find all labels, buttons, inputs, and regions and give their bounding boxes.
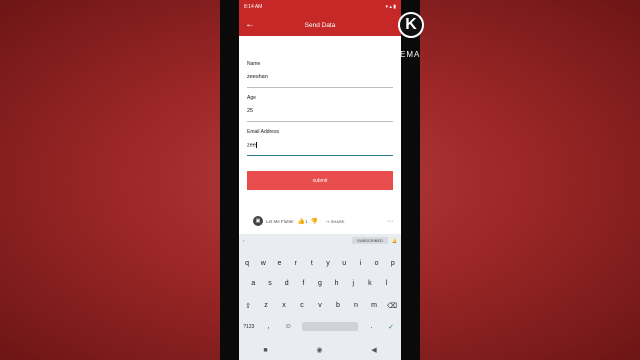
key[interactable]: m xyxy=(368,302,380,310)
more-icon[interactable]: ⋯ xyxy=(387,218,393,225)
key[interactable]: v xyxy=(314,302,326,310)
keyboard-row-1: q w e r t y u i o p xyxy=(239,260,401,267)
home-icon[interactable]: ◉ xyxy=(316,346,322,354)
key[interactable]: w xyxy=(257,260,269,267)
key[interactable]: n xyxy=(350,302,362,310)
backspace-key[interactable]: ⌫ xyxy=(386,302,398,310)
text-cursor xyxy=(256,142,257,148)
status-icons: ▾ ▴ ▮ xyxy=(385,4,396,10)
age-label: Age xyxy=(247,95,256,101)
name-field[interactable]: Name zeeshan xyxy=(247,58,393,92)
key[interactable]: o xyxy=(371,260,383,267)
keyboard-suggestion-bar: › SUBSCRIBED 🔔 xyxy=(239,234,401,246)
email-label: Email Address xyxy=(247,129,279,135)
subscribed-button[interactable]: SUBSCRIBED xyxy=(352,236,389,244)
like-count: 1 xyxy=(305,218,308,224)
key[interactable]: k xyxy=(364,280,376,287)
submit-button[interactable]: submit xyxy=(247,171,393,190)
age-underline xyxy=(247,121,393,122)
key[interactable]: r xyxy=(290,260,302,267)
key[interactable]: e xyxy=(273,260,285,267)
period-key[interactable]: . xyxy=(365,323,377,330)
key[interactable]: p xyxy=(387,260,399,267)
thumbs-up-icon[interactable]: 👍 xyxy=(298,218,305,225)
key[interactable]: x xyxy=(278,302,290,310)
key[interactable]: u xyxy=(338,260,350,267)
send-data-form: Name zeeshan Age 25 Email Address zee xyxy=(247,58,393,160)
key[interactable]: z xyxy=(260,302,272,310)
on-screen-keyboard: › SUBSCRIBED 🔔 q w e r t y u i o p a s d… xyxy=(239,234,401,340)
email-field[interactable]: Email Address zee xyxy=(247,126,393,160)
enter-key[interactable]: ✓ xyxy=(385,323,397,331)
thumbs-down-icon[interactable]: 👎 xyxy=(311,218,318,225)
page-title: Send Data xyxy=(304,21,336,29)
phone-screen: 8:14 AM ▾ ▴ ▮ ← Send Data Name zeeshan A… xyxy=(239,0,401,360)
kinemaster-logo: K xyxy=(398,12,424,38)
name-label: Name xyxy=(247,61,261,67)
key[interactable]: a xyxy=(247,280,259,287)
channel-name: Let Me Flutter xyxy=(266,218,294,224)
age-input[interactable]: 25 xyxy=(247,108,253,114)
space-key[interactable] xyxy=(301,322,358,331)
suggestion-left: › xyxy=(243,237,245,243)
key[interactable]: y xyxy=(322,260,334,267)
key[interactable]: t xyxy=(306,260,318,267)
left-black-bar xyxy=(220,0,239,360)
bell-icon[interactable]: 🔔 xyxy=(392,238,397,243)
name-underline xyxy=(247,87,393,88)
key[interactable]: f xyxy=(297,280,309,287)
key[interactable]: h xyxy=(331,280,343,287)
age-field[interactable]: Age 25 xyxy=(247,92,393,126)
shift-key[interactable]: ⇧ xyxy=(242,302,254,310)
email-input[interactable]: zee xyxy=(247,142,257,148)
app-bar: ← Send Data xyxy=(239,14,401,36)
share-button[interactable]: ↪ SHARE xyxy=(326,219,344,224)
comma-key[interactable]: , xyxy=(262,323,274,330)
keyboard-row-2: a s d f g h j k l xyxy=(239,280,401,287)
back-nav-icon[interactable]: ◀ xyxy=(371,346,376,354)
keyboard-row-4: ?123 , ☺ . ✓ xyxy=(239,322,401,331)
watermark-text: EMA xyxy=(400,50,421,59)
key[interactable]: g xyxy=(314,280,326,287)
symbols-key[interactable]: ?123 xyxy=(243,324,255,330)
status-time: 8:14 AM xyxy=(244,4,263,10)
email-underline xyxy=(247,155,393,157)
recents-icon[interactable]: ■ xyxy=(263,347,267,354)
key[interactable]: j xyxy=(347,280,359,287)
key[interactable]: c xyxy=(296,302,308,310)
youtube-overlay-row: ▣ Let Me Flutter 👍 1 👎 ↪ SHARE ⋯ xyxy=(253,214,393,228)
key[interactable]: q xyxy=(241,260,253,267)
emoji-icon[interactable]: ☺ xyxy=(282,323,294,330)
share-label: SHARE xyxy=(330,218,345,224)
keyboard-row-3: ⇧ z x c v b n m ⌫ xyxy=(239,302,401,310)
name-input[interactable]: zeeshan xyxy=(247,74,268,80)
key[interactable]: l xyxy=(381,280,393,287)
channel-avatar[interactable]: ▣ xyxy=(253,216,263,226)
email-value: zee xyxy=(247,142,256,149)
arrow-left-icon[interactable]: ← xyxy=(245,20,255,30)
key[interactable]: s xyxy=(264,280,276,287)
navigation-bar: ■ ◉ ◀ xyxy=(239,340,401,360)
status-bar: 8:14 AM ▾ ▴ ▮ xyxy=(239,0,401,14)
key[interactable]: i xyxy=(354,260,366,267)
key[interactable]: d xyxy=(281,280,293,287)
key[interactable]: b xyxy=(332,302,344,310)
